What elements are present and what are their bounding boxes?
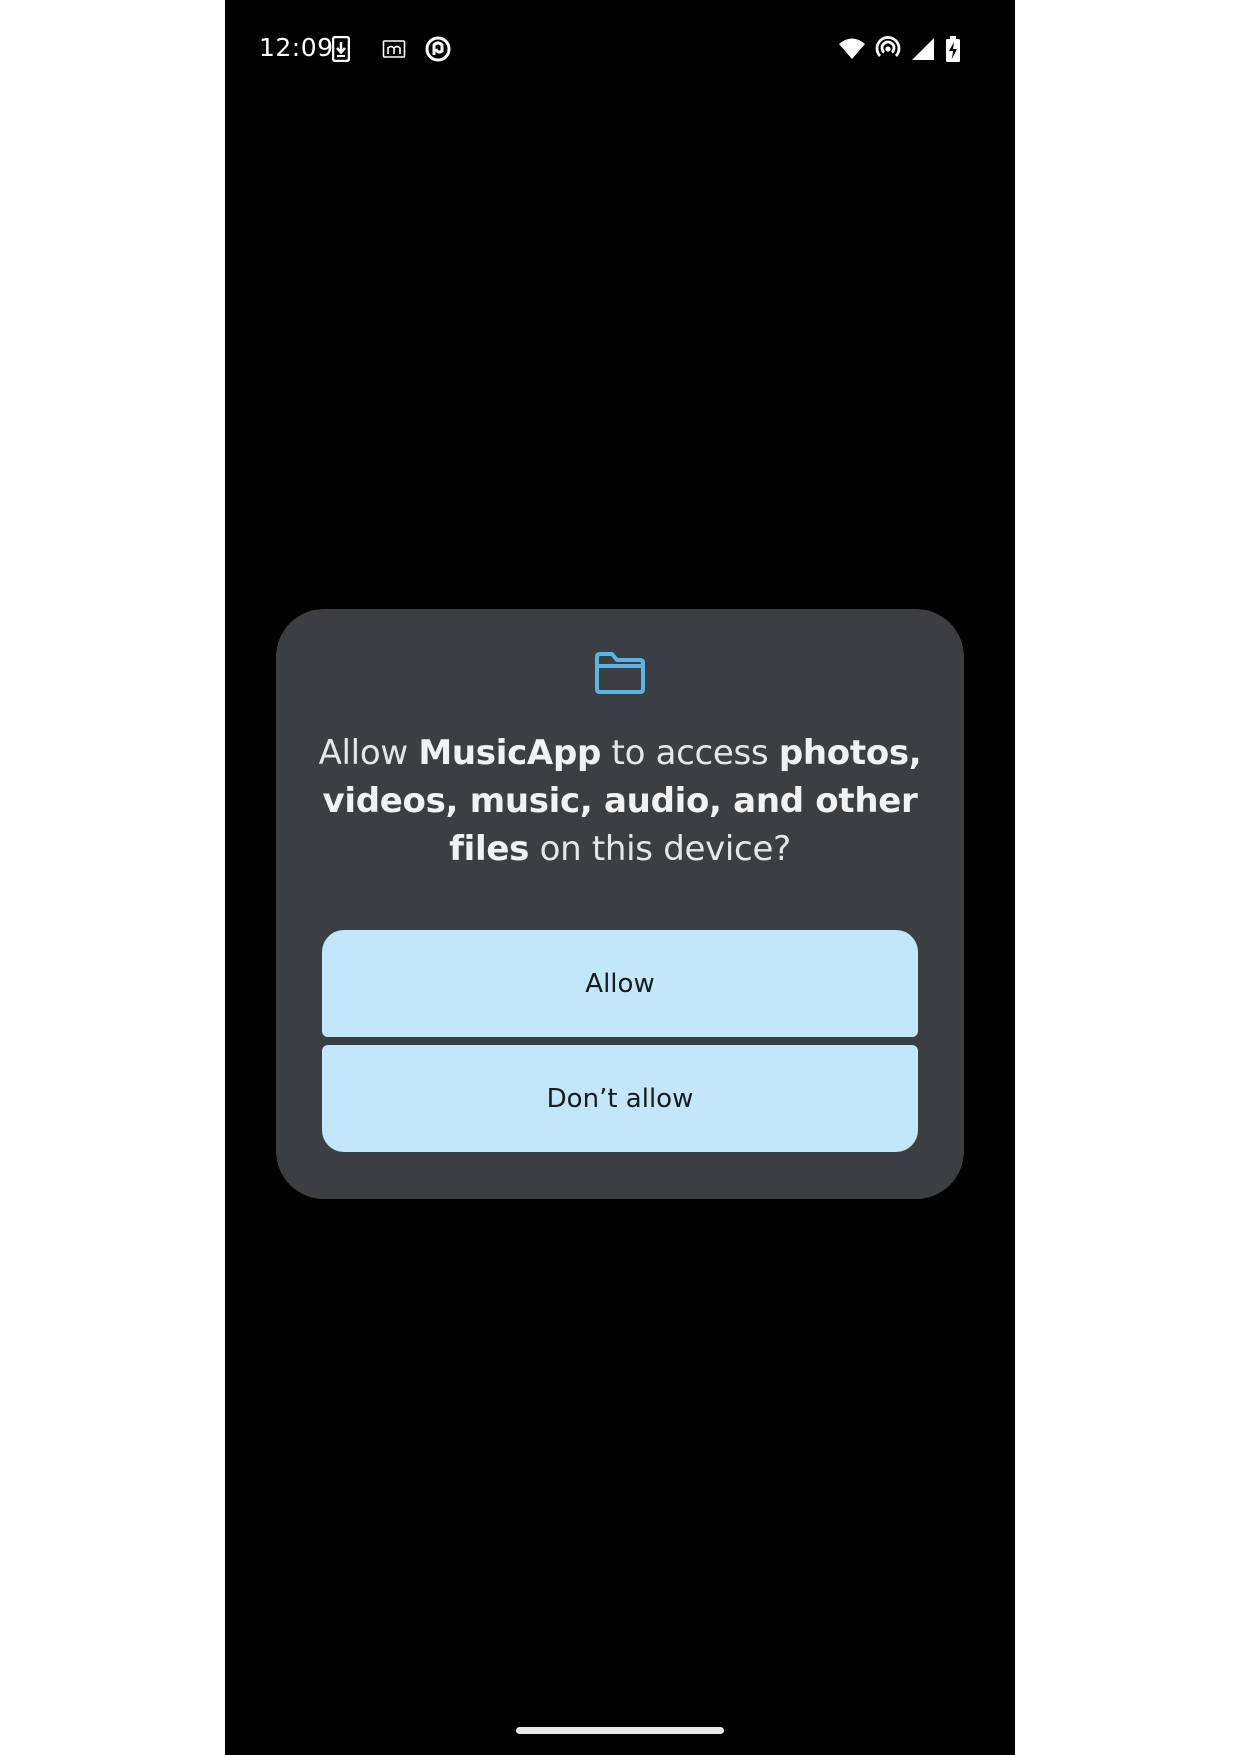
- dont-allow-button[interactable]: Don’t allow: [322, 1045, 918, 1152]
- allow-button[interactable]: Allow: [322, 930, 918, 1037]
- phone-screen: 12:09 Allow MusicApp to access photos, v…: [225, 0, 1015, 1755]
- dont-allow-button-label: Don’t allow: [546, 1083, 694, 1114]
- hotspot-icon: [875, 36, 901, 57]
- cell-signal-icon: [912, 38, 934, 60]
- message-text: Allow: [318, 733, 419, 773]
- permission-dialog: Allow MusicApp to access photos, videos,…: [276, 609, 964, 1199]
- allow-button-label: Allow: [585, 968, 655, 999]
- app-name: MusicApp: [418, 733, 602, 773]
- download-notification-icon: [332, 36, 350, 62]
- message-text: on this device?: [529, 829, 792, 869]
- status-bar: 12:09: [225, 0, 1015, 100]
- permission-message: Allow MusicApp to access photos, videos,…: [316, 729, 924, 873]
- m-app-notification-icon: [382, 40, 406, 58]
- folder-icon: [595, 652, 645, 694]
- message-text: to access: [601, 733, 779, 773]
- status-clock: 12:09: [259, 33, 334, 62]
- home-indicator[interactable]: [516, 1727, 724, 1734]
- battery-charging-icon: [946, 36, 960, 62]
- wifi-icon: [839, 38, 865, 59]
- sync-app-notification-icon: [425, 36, 451, 62]
